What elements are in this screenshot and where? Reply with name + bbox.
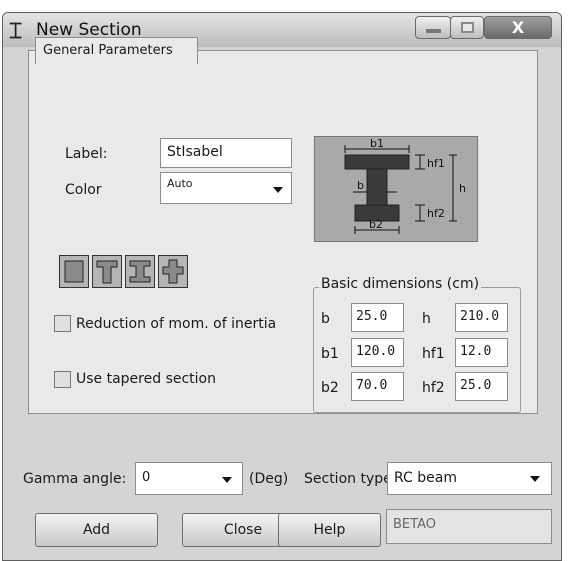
chevron-down-icon bbox=[222, 477, 232, 483]
tab-general-parameters[interactable]: General Parameters bbox=[35, 37, 198, 64]
I-beam-section-icon: ⌶ bbox=[9, 18, 23, 44]
section-type-value: RC beam bbox=[394, 470, 457, 486]
maximize-icon bbox=[461, 22, 474, 33]
dim-input-b[interactable]: 25.0 bbox=[351, 303, 404, 332]
tapered-checkbox[interactable] bbox=[54, 371, 71, 388]
diagram-label-h: h bbox=[459, 182, 466, 195]
close-window-button[interactable]: X bbox=[484, 16, 552, 39]
dim-input-hf2[interactable]: 25.0 bbox=[455, 372, 508, 401]
T-section-icon bbox=[96, 260, 118, 284]
dim-label-b2: b2 bbox=[321, 380, 339, 396]
gamma-angle-label: Gamma angle: bbox=[23, 471, 127, 487]
section-diagram-drawing: b1 b b2 hf1 hf2 h bbox=[344, 137, 466, 234]
dim-label-b: b bbox=[321, 311, 330, 327]
diagram-label-b: b bbox=[357, 179, 364, 192]
minimize-icon bbox=[426, 29, 441, 33]
diagram-label-b1: b1 bbox=[370, 137, 384, 150]
section-type-select[interactable]: RC beam bbox=[387, 462, 552, 495]
dim-label-hf2: hf2 bbox=[422, 380, 445, 396]
cross-section-button[interactable] bbox=[158, 255, 188, 288]
close-icon: X bbox=[511, 18, 525, 37]
chevron-down-icon bbox=[273, 187, 283, 193]
maximize-button[interactable] bbox=[450, 16, 484, 39]
gamma-angle-value: 0 bbox=[142, 470, 151, 485]
section-diagram: b1 b b2 hf1 hf2 h bbox=[314, 136, 478, 242]
T-section-button[interactable] bbox=[92, 255, 122, 288]
basic-dimensions-title: Basic dimensions (cm) bbox=[319, 276, 482, 292]
dim-label-b1: b1 bbox=[321, 346, 339, 362]
dim-label-hf1: hf1 bbox=[422, 346, 445, 362]
color-select-value: Auto bbox=[167, 177, 193, 190]
gamma-unit: (Deg) bbox=[249, 471, 289, 487]
dim-input-hf1[interactable]: 12.0 bbox=[455, 338, 508, 367]
dim-input-h[interactable]: 210.0 bbox=[455, 303, 508, 332]
label-caption: Label: bbox=[65, 146, 108, 162]
dim-input-b1[interactable]: 120.0 bbox=[351, 338, 404, 367]
reduction-checkbox[interactable] bbox=[54, 315, 71, 332]
cross-section-icon bbox=[162, 259, 184, 284]
add-button[interactable]: Add bbox=[35, 513, 158, 547]
gamma-angle-select[interactable]: 0 bbox=[135, 462, 243, 495]
diagram-label-b2: b2 bbox=[369, 218, 383, 231]
tapered-label: Use tapered section bbox=[76, 371, 216, 387]
help-button[interactable]: Help bbox=[278, 513, 381, 547]
rectangular-section-icon bbox=[64, 260, 84, 283]
diagram-label-hf2: hf2 bbox=[427, 207, 445, 220]
dim-input-b2[interactable]: 70.0 bbox=[351, 372, 404, 401]
rectangular-section-button[interactable] bbox=[59, 255, 89, 288]
color-caption: Color bbox=[65, 182, 102, 198]
section-name-field[interactable]: BETAO bbox=[386, 509, 552, 544]
chevron-down-icon bbox=[530, 476, 540, 482]
I-section-button[interactable] bbox=[125, 255, 155, 288]
section-type-label: Section type: bbox=[304, 471, 397, 487]
dim-label-h: h bbox=[422, 311, 431, 327]
label-input[interactable]: StIsabel bbox=[160, 138, 292, 168]
minimize-button[interactable] bbox=[415, 16, 451, 39]
I-section-icon bbox=[129, 260, 151, 283]
diagram-label-hf1: hf1 bbox=[427, 157, 445, 170]
color-select[interactable]: Auto bbox=[160, 172, 292, 204]
reduction-label: Reduction of mom. of inertia bbox=[76, 316, 277, 332]
